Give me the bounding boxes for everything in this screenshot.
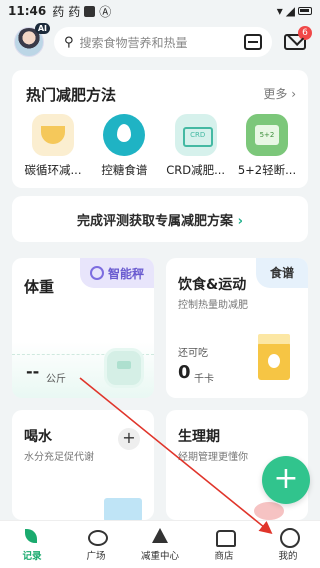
avatar[interactable]: AI <box>14 23 50 57</box>
mail-icon[interactable]: 6 <box>284 26 312 50</box>
weight-card[interactable]: 体重 智能秤 -- 公斤 <box>12 258 154 398</box>
calories-left-value: 0 <box>178 362 191 383</box>
method-label: CRD减肥... <box>166 163 226 177</box>
status-app-icon-1: 药 <box>52 4 65 19</box>
signal-icon: ◢ <box>285 4 295 18</box>
water-subtitle: 水分充足促代谢 <box>24 452 94 463</box>
face-icon <box>277 527 300 548</box>
shop-icon <box>213 527 236 547</box>
calories-unit: 千卡 <box>194 374 214 385</box>
methods-list: 碳循环减... 控糖食谱 CRD减肥... 5+2轻断... <box>18 114 302 178</box>
crd-card-icon <box>174 114 217 156</box>
smart-scale-button[interactable]: 智能秤 <box>80 258 154 288</box>
tab-label: 广场 <box>86 551 106 562</box>
methods-more-link[interactable]: 更多 › <box>263 85 296 102</box>
ai-badge: AI <box>34 23 50 34</box>
chevron-right-icon: › <box>237 214 243 229</box>
tab-weight-center[interactable]: 减重中心 <box>128 527 192 562</box>
status-a-icon: Ⓐ <box>99 4 112 19</box>
tab-shop[interactable]: 商店 <box>192 527 256 562</box>
methods-title: 热门减肥方法 <box>26 86 117 104</box>
method-carb-cycling[interactable]: 碳循环减... <box>18 114 88 178</box>
milk-carton-icon <box>258 334 290 380</box>
top-header: AI ⚲ 搜索食物营养和热量 6 <box>0 23 320 60</box>
add-record-fab[interactable]: + <box>262 456 310 504</box>
method-label: 控糖食谱 <box>101 163 148 177</box>
method-label: 碳循环减... <box>24 163 82 177</box>
add-water-button[interactable]: + <box>118 428 140 450</box>
method-5-2-fasting[interactable]: 5+2轻断... <box>232 114 302 178</box>
scale-icon <box>89 266 104 280</box>
planet-icon <box>85 527 108 546</box>
methods-card: 热门减肥方法 更多 › 碳循环减... 控糖食谱 CRD减肥... 5+2轻断.… <box>12 70 308 188</box>
smart-scale-label: 智能秤 <box>107 266 144 281</box>
diet-exercise-card[interactable]: 饮食&运动 控制热量助减肥 食谱 还可吃 0 千卡 <box>166 258 308 398</box>
method-crd[interactable]: CRD减肥... <box>161 114 231 178</box>
tab-label: 减重中心 <box>140 551 179 562</box>
weight-title: 体重 <box>24 278 55 296</box>
method-sugar-control[interactable]: 控糖食谱 <box>89 114 159 178</box>
battery-icon <box>298 7 312 15</box>
flower-icon <box>254 502 284 520</box>
assessment-label: 完成评测获取专属减肥方案 <box>77 214 234 229</box>
drop-icon <box>103 114 146 156</box>
weight-value: -- <box>26 362 40 381</box>
search-icon: ⚲ <box>64 34 74 50</box>
search-placeholder: 搜索食物营养和热量 <box>79 35 188 50</box>
search-input[interactable]: ⚲ 搜索食物营养和热量 <box>54 27 272 57</box>
bottom-tab-bar: 记录 广场 减重中心 商店 我的 <box>0 520 320 568</box>
status-time: 11:46 <box>8 4 47 18</box>
water-title: 喝水 <box>24 429 52 445</box>
triangle-icon <box>149 527 171 545</box>
wifi-icon: ▾ <box>276 4 283 18</box>
status-square-icon <box>84 5 96 17</box>
scan-icon[interactable] <box>244 34 262 50</box>
recipe-button[interactable]: 食谱 <box>256 258 308 288</box>
assessment-text: 完成评测获取专属减肥方案 › <box>12 210 308 229</box>
scale-device-icon <box>104 348 144 388</box>
status-bar: 11:46 药 药 Ⓐ ▾ ◢ <box>0 0 320 22</box>
method-label: 5+2轻断... <box>237 163 297 177</box>
diet-title: 饮食&运动 <box>178 277 247 293</box>
mail-count-badge: 6 <box>298 26 312 40</box>
period-subtitle: 经期管理更懂你 <box>178 452 248 463</box>
status-right: ▾ ◢ <box>277 4 312 18</box>
tab-label: 商店 <box>214 551 234 562</box>
tab-mine[interactable]: 我的 <box>256 527 320 562</box>
assessment-banner[interactable]: 完成评测获取专属减肥方案 › <box>12 196 308 242</box>
rice-bowl-icon <box>32 114 74 156</box>
tab-square[interactable]: 广场 <box>64 527 128 562</box>
tab-label: 我的 <box>278 551 298 562</box>
water-card[interactable]: 喝水 水分充足促代谢 + <box>12 410 154 522</box>
status-app-icon-2: 药 <box>68 4 81 19</box>
weight-unit: 公斤 <box>46 374 66 385</box>
calendar-icon <box>245 114 288 156</box>
tab-label: 记录 <box>22 551 42 562</box>
diet-subtitle: 控制热量助减肥 <box>178 300 248 311</box>
period-title: 生理期 <box>178 429 220 445</box>
water-cup-icon <box>104 498 142 522</box>
calories-left-label: 还可吃 <box>178 348 208 359</box>
tab-record[interactable]: 记录 <box>0 527 64 562</box>
leaf-icon <box>21 527 43 545</box>
